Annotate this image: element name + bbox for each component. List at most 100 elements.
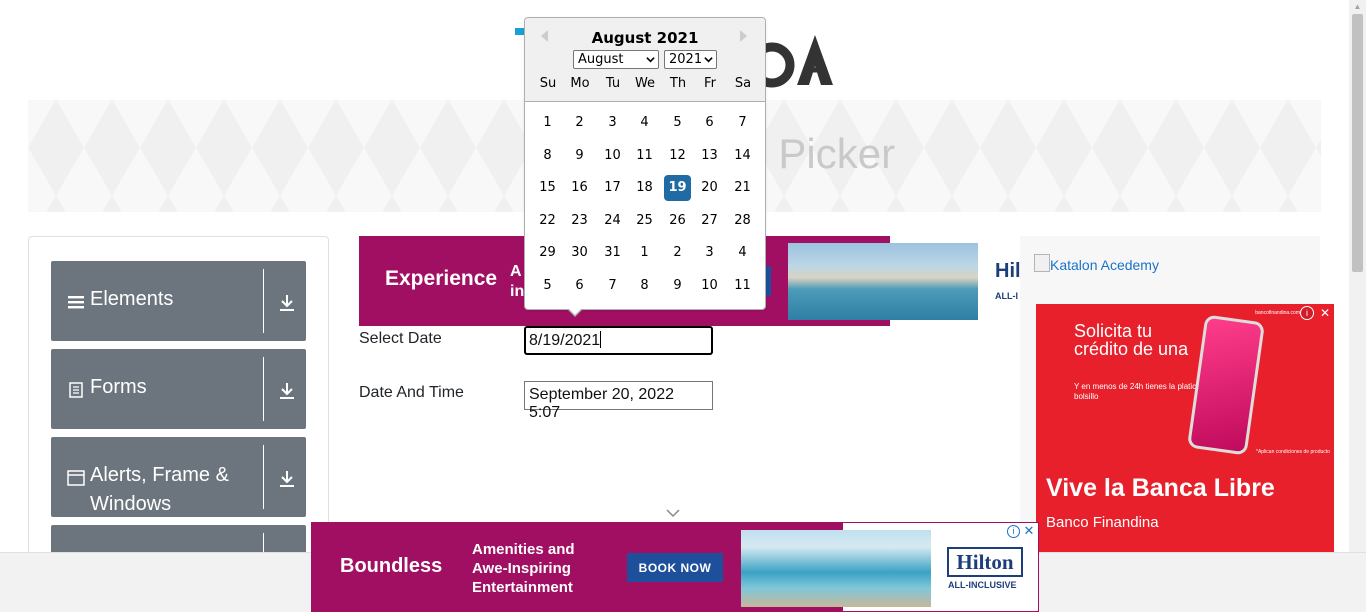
ad-headline: Boundless	[340, 555, 443, 577]
datepicker-pointer-inner	[568, 308, 582, 315]
ad-photo	[788, 243, 978, 320]
calendar-day[interactable]: 20	[696, 175, 723, 201]
vertical-scrollbar[interactable]: ▲	[1349, 0, 1366, 552]
datepicker-popup: August 2021 August 2021 Su Mo Tu We Th Fr Sa 1…	[524, 17, 766, 310]
ad-headline: Solicita tu crédito de una	[1074, 321, 1189, 359]
select-date-label: Select Date	[359, 330, 442, 347]
next-month-icon[interactable]	[737, 26, 751, 46]
date-time-label: Date And Time	[359, 384, 464, 401]
calendar-day[interactable]: 1	[631, 240, 658, 266]
broken-image-icon	[1034, 254, 1050, 272]
calendar-day[interactable]: 3	[599, 110, 626, 136]
nav-group-label: Forms	[90, 376, 147, 398]
download-icon	[280, 383, 294, 399]
ad-tagline: Amenities and Awe-Inspiring Entertainmen…	[472, 541, 575, 596]
calendar-day[interactable]: 21	[729, 175, 756, 201]
ad-close-icon[interactable]: ✕	[1022, 524, 1036, 538]
ad-slogan: Vive la Banca Libre	[1046, 474, 1275, 502]
calendar-day-selected[interactable]: 19	[664, 175, 691, 201]
calendar-day[interactable]: 6	[696, 110, 723, 136]
calendar-day[interactable]: 9	[566, 143, 593, 169]
calendar-day[interactable]: 11	[631, 143, 658, 169]
ad-info-icon[interactable]: i	[1300, 306, 1314, 320]
nav-group-alerts[interactable]: Alerts, Frame & Windows	[51, 437, 306, 517]
year-select-value: 2021	[669, 52, 703, 67]
chevron-down-icon	[704, 57, 713, 63]
scroll-up-icon[interactable]: ▲	[1349, 0, 1366, 14]
ad-photo	[741, 530, 931, 607]
day-of-week-header: Fr	[704, 76, 716, 91]
katalon-academy-link[interactable]: Katalon Acedemy	[1050, 257, 1159, 273]
calendar-day[interactable]: 2	[566, 110, 593, 136]
calendar-day[interactable]: 9	[664, 273, 691, 299]
hilton-logo: Hilton	[947, 547, 1023, 577]
calendar-day[interactable]: 31	[599, 240, 626, 266]
calendar-day[interactable]: 8	[631, 273, 658, 299]
bank-ad[interactable]: bancofinandina.com i ✕ Solicita tu crédi…	[1036, 304, 1334, 552]
calendar-day[interactable]: 4	[631, 110, 658, 136]
calendar-day[interactable]: 11	[729, 273, 756, 299]
day-of-week-header: Th	[669, 76, 687, 91]
calendar-day[interactable]: 28	[729, 208, 756, 234]
ad-banner-bottom[interactable]: Boundless Amenities and Awe-Inspiring En…	[311, 522, 1039, 612]
hamburger-icon	[68, 296, 84, 309]
calendar-day[interactable]: 25	[631, 208, 658, 234]
ad-close-icon[interactable]: ✕	[1318, 306, 1332, 320]
select-date-input[interactable]: 8/19/2021	[524, 326, 713, 355]
day-of-week-header: Su	[539, 76, 557, 91]
calendar-day[interactable]: 5	[664, 110, 691, 136]
calendar-day[interactable]: 1	[534, 110, 561, 136]
calendar-day[interactable]: 7	[599, 273, 626, 299]
calendar-day[interactable]: 10	[696, 273, 723, 299]
calendar-day[interactable]: 30	[566, 240, 593, 266]
calendar-day[interactable]: 15	[534, 175, 561, 201]
calendar-day[interactable]: 17	[599, 175, 626, 201]
calendar-day[interactable]: 24	[599, 208, 626, 234]
month-select-value: August	[578, 52, 624, 67]
calendar-day[interactable]: 14	[729, 143, 756, 169]
window-icon	[67, 470, 85, 486]
book-now-button[interactable]: BOOK NOW	[627, 553, 723, 582]
date-time-input[interactable]: September 20, 2022 5:07	[524, 381, 713, 421]
chevron-down-icon[interactable]	[666, 508, 680, 518]
calendar-day[interactable]: 29	[534, 240, 561, 266]
divider	[263, 269, 264, 333]
day-of-week-header: Mo	[570, 76, 590, 91]
select-date-value: 8/19/2021	[529, 332, 601, 349]
ad-domain: bancofinandina.com	[1255, 310, 1300, 316]
chevron-down-icon	[646, 57, 655, 63]
datepicker-title: August 2021	[591, 29, 699, 47]
nav-group-elements[interactable]: Elements	[51, 261, 306, 341]
calendar-day[interactable]: 23	[566, 208, 593, 234]
calendar-day[interactable]: 2	[664, 240, 691, 266]
ad-brand: Banco Finandina	[1046, 514, 1159, 531]
month-select[interactable]: August	[573, 50, 659, 69]
calendar-day[interactable]: 27	[696, 208, 723, 234]
calendar-day[interactable]: 4	[729, 240, 756, 266]
calendar-day[interactable]: 22	[534, 208, 561, 234]
nav-group-forms[interactable]: Forms	[51, 349, 306, 429]
calendar-day[interactable]: 16	[566, 175, 593, 201]
ad-sub: ALL-I	[995, 291, 1018, 301]
calendar-day[interactable]: 7	[729, 110, 756, 136]
calendar-day[interactable]: 5	[534, 273, 561, 299]
document-icon	[69, 382, 83, 398]
calendar-day[interactable]: 18	[631, 175, 658, 201]
calendar-day[interactable]: 13	[696, 143, 723, 169]
scrollbar-thumb[interactable]	[1352, 14, 1363, 272]
calendar-day[interactable]: 6	[566, 273, 593, 299]
download-icon	[280, 295, 294, 311]
nav-group-label: Alerts, Frame & Windows	[90, 464, 229, 515]
calendar-day[interactable]: 12	[664, 143, 691, 169]
datepicker-header: August 2021 August 2021 Su Mo Tu We Th Fr Sa	[525, 18, 765, 102]
calendar-day[interactable]: 3	[696, 240, 723, 266]
divider	[263, 357, 264, 421]
calendar-day[interactable]: 8	[534, 143, 561, 169]
year-select[interactable]: 2021	[664, 50, 717, 69]
ad-info-icon[interactable]: i	[1007, 525, 1020, 538]
calendar-day[interactable]: 26	[664, 208, 691, 234]
day-of-week-header: Sa	[734, 76, 752, 91]
date-time-value: September 20, 2022 5:07	[529, 386, 674, 421]
text-caret	[600, 331, 602, 348]
calendar-day[interactable]: 10	[599, 143, 626, 169]
